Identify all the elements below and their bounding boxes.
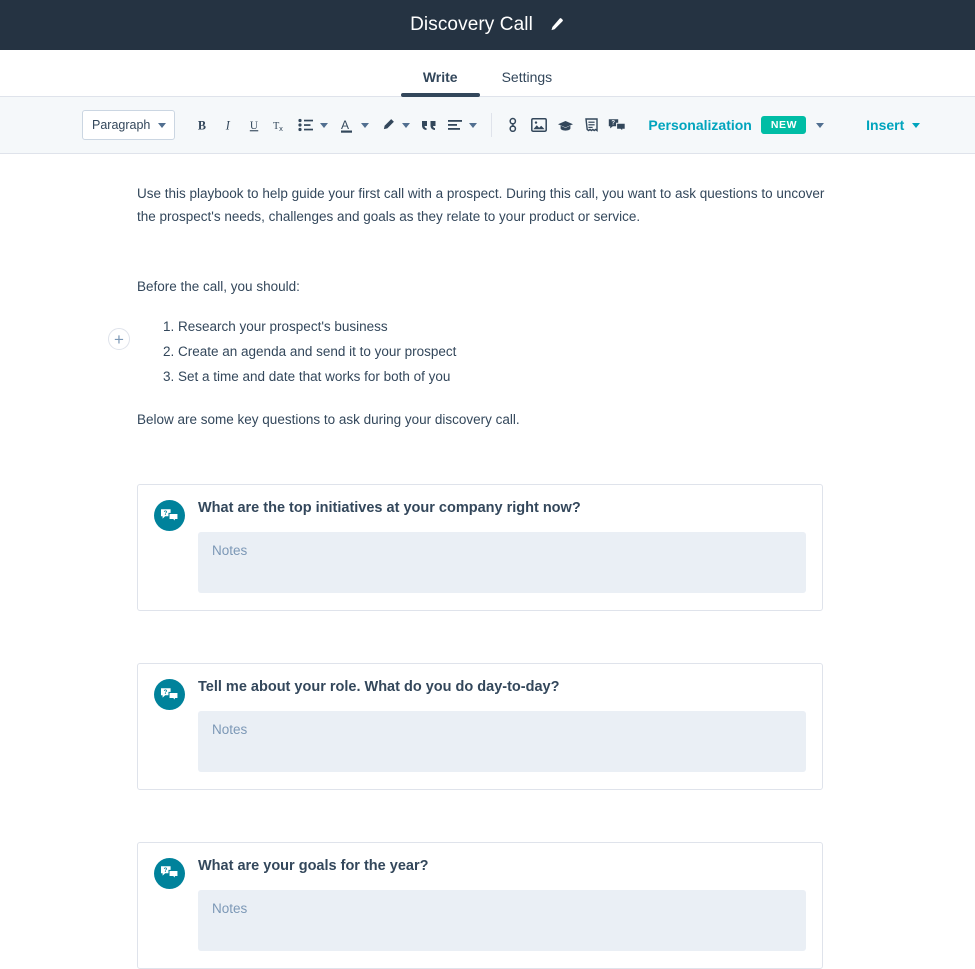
align-left-button[interactable] (442, 112, 468, 138)
list-item: Set a time and date that works for both … (178, 366, 975, 388)
notes-input[interactable]: Notes (198, 532, 806, 594)
question-card: ? Tell me about your role. What do you d… (137, 663, 823, 790)
svg-text:?: ? (612, 120, 616, 126)
list-item: Research your prospect's business (178, 316, 975, 338)
question-title: What are your goals for the year? (198, 857, 429, 874)
text-color-chevron-down-icon[interactable] (361, 122, 370, 128)
paragraph-style-value: Paragraph (92, 118, 151, 132)
question-card: ? What are the top initiatives at your c… (137, 484, 823, 612)
image-icon[interactable] (526, 112, 552, 138)
svg-text:?: ? (164, 868, 168, 874)
tab-bar: Write Settings (0, 50, 975, 97)
question-cards: ? What are the top initiatives at your c… (0, 431, 975, 969)
document-body: + Use this playbook to help guide your f… (0, 154, 975, 969)
notes-input[interactable]: Notes (198, 710, 806, 772)
personalization-button[interactable]: Personalization NEW (648, 115, 830, 135)
clear-formatting-button[interactable]: Tx (267, 112, 293, 138)
svg-text:B: B (198, 118, 206, 132)
svg-text:I: I (225, 118, 231, 132)
question-bubble-icon[interactable]: ? (604, 112, 630, 138)
insert-label: Insert (866, 117, 905, 133)
plus-icon: + (114, 329, 124, 349)
svg-text:?: ? (164, 511, 168, 517)
tab-settings[interactable]: Settings (480, 70, 575, 96)
svg-text:U: U (250, 119, 258, 131)
personalization-label: Personalization (648, 117, 752, 133)
chevron-down-icon (158, 122, 167, 128)
question-card: ? What are your goals for the year? Note… (137, 841, 823, 969)
add-block-button[interactable]: + (108, 328, 130, 350)
question-bubble-icon: ? (154, 857, 185, 889)
pencil-icon[interactable] (547, 16, 565, 34)
underline-button[interactable]: U (241, 112, 267, 138)
bulleted-list-button[interactable] (293, 112, 319, 138)
page-title: Discovery Call (410, 14, 533, 35)
insert-chevron-down-icon (912, 122, 921, 128)
paragraph-style-select[interactable]: Paragraph (82, 110, 176, 140)
italic-button[interactable]: I (215, 112, 241, 138)
tab-write[interactable]: Write (400, 70, 480, 97)
blockquote-button[interactable] (416, 112, 442, 138)
document-icon[interactable] (578, 112, 604, 138)
toolbar-divider (491, 113, 493, 137)
align-chevron-down-icon[interactable] (469, 122, 478, 128)
closing-paragraph: Below are some key questions to ask duri… (137, 412, 520, 428)
text-color-button[interactable]: A (334, 112, 360, 138)
question-title: Tell me about your role. What do you do … (198, 679, 560, 696)
steps-list: Research your prospect's business Create… (0, 316, 975, 388)
question-bubble-icon: ? (154, 500, 185, 532)
svg-text:A: A (341, 118, 349, 132)
insert-button[interactable]: Insert (866, 117, 926, 133)
highlighter-button[interactable] (375, 112, 401, 138)
before-call-heading: Before the call, you should: (137, 279, 300, 295)
app-header: Discovery Call (0, 0, 975, 50)
link-icon[interactable] (500, 112, 526, 138)
svg-text:?: ? (164, 689, 168, 695)
question-title: What are the top initiatives at your com… (198, 500, 581, 517)
question-bubble-icon: ? (154, 679, 185, 711)
notes-input[interactable]: Notes (198, 889, 806, 951)
personalization-chevron-down-icon[interactable] (816, 122, 825, 128)
intro-paragraph: Use this playbook to help guide your fir… (137, 186, 825, 225)
bold-button[interactable]: B (189, 112, 215, 138)
new-badge: NEW (760, 115, 807, 135)
editor-toolbar: Paragraph B I U Tx A ? Personalization N… (0, 97, 975, 154)
graduation-cap-icon[interactable] (552, 112, 578, 138)
list-item: Create an agenda and send it to your pro… (178, 341, 975, 363)
highlighter-chevron-down-icon[interactable] (402, 122, 411, 128)
svg-text:x: x (279, 124, 283, 133)
list-options-chevron-down-icon[interactable] (320, 122, 329, 128)
